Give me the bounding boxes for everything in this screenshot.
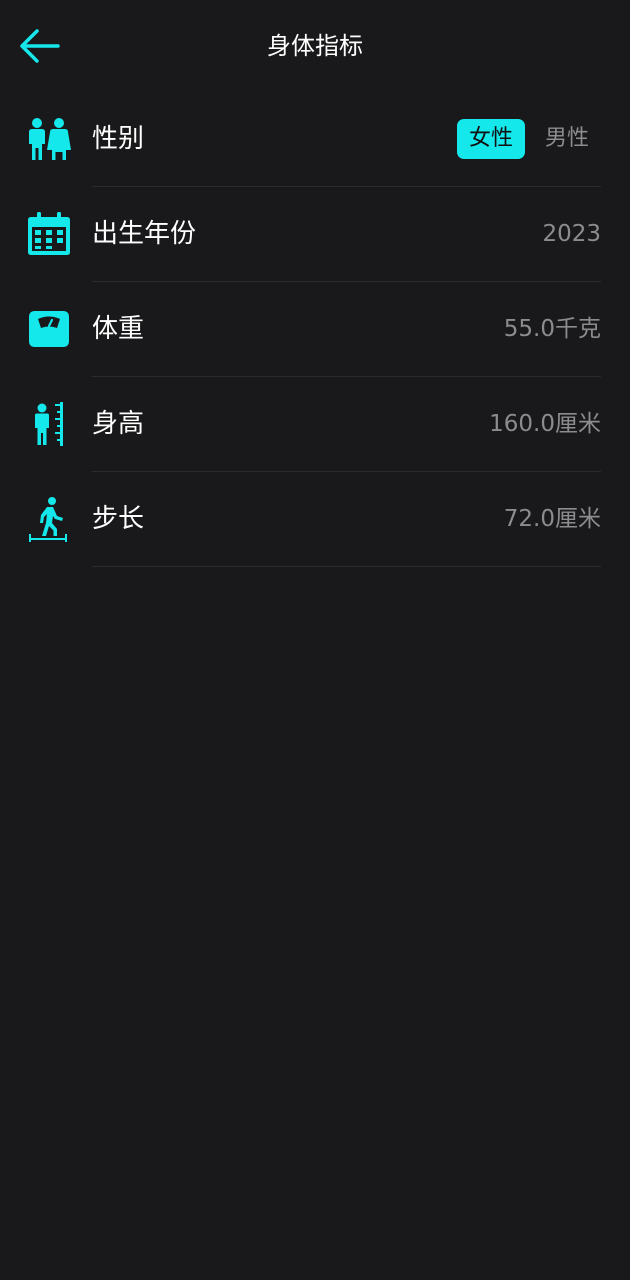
divider	[92, 566, 601, 567]
scale-icon	[26, 306, 72, 352]
stride-value: 72.0厘米	[503, 506, 601, 532]
row-birth-year[interactable]: 出生年份 2023	[0, 187, 630, 282]
row-height[interactable]: 身高 160.0厘米	[0, 377, 630, 472]
row-label: 步长	[92, 504, 145, 534]
row-label: 身高	[92, 409, 145, 439]
body-metrics-screen: 身体指标 性别 女性 男性 出生年份 2023 体重 55.0千克 身高 160…	[0, 0, 630, 1280]
height-value: 160.0厘米	[489, 411, 601, 437]
gender-option-female[interactable]: 女性	[456, 119, 525, 159]
calendar-icon	[26, 211, 72, 257]
header: 身体指标	[0, 0, 630, 92]
gender-option-male[interactable]: 男性	[533, 119, 601, 159]
row-weight[interactable]: 体重 55.0千克	[0, 282, 630, 377]
row-label: 性别	[92, 124, 145, 154]
height-ruler-icon	[26, 401, 72, 447]
couple-icon	[26, 116, 72, 162]
metrics-list: 性别 女性 男性 出生年份 2023 体重 55.0千克 身高 160.0厘米 …	[0, 92, 630, 567]
walking-icon	[26, 496, 72, 542]
row-stride[interactable]: 步长 72.0厘米	[0, 472, 630, 567]
birth-year-value: 2023	[542, 221, 601, 247]
page-title: 身体指标	[267, 32, 363, 60]
row-label: 出生年份	[92, 219, 197, 249]
gender-toggle: 女性 男性	[456, 119, 601, 159]
row-gender: 性别 女性 男性	[0, 92, 630, 187]
weight-value: 55.0千克	[503, 316, 601, 342]
row-label: 体重	[92, 314, 145, 344]
